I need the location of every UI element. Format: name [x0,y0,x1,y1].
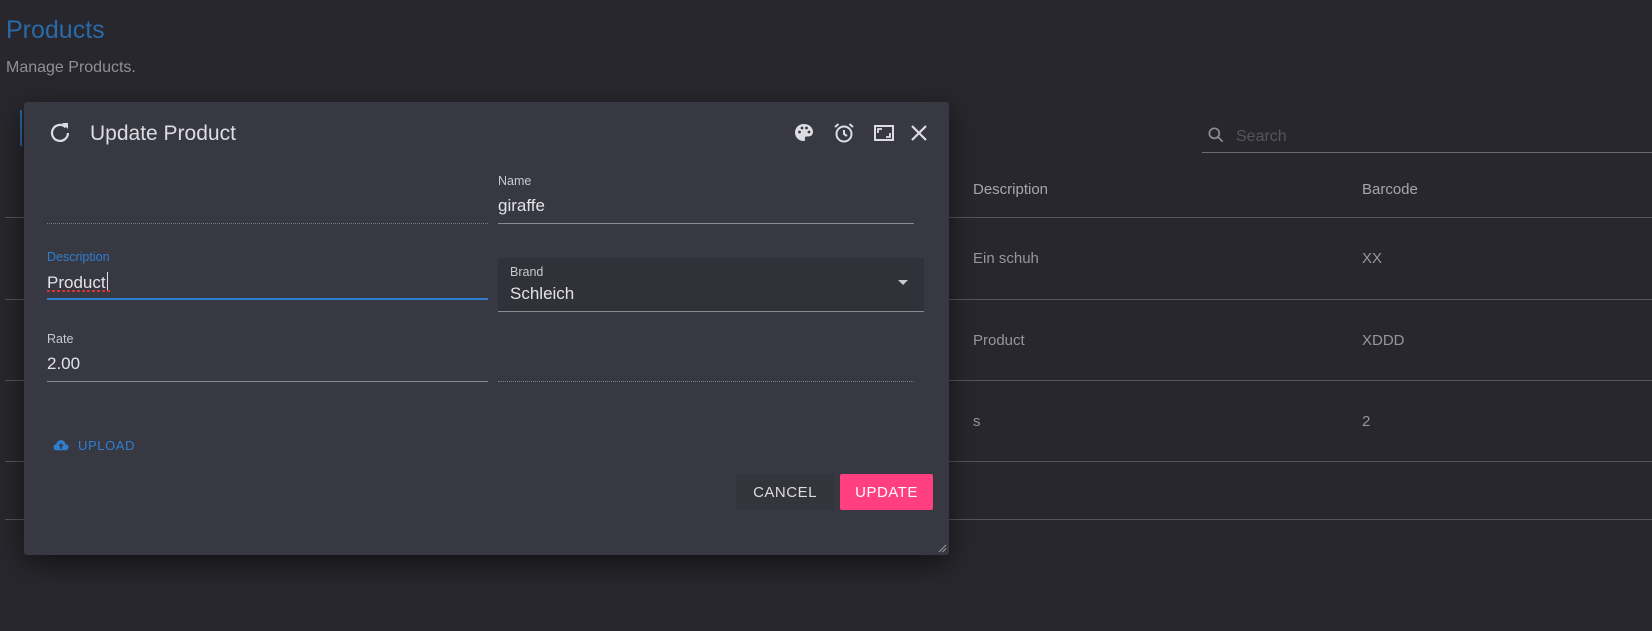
name-value: giraffe [498,196,545,215]
table-cell-description: Ein schuh [973,250,1039,267]
search-icon [1208,127,1224,143]
add-button-edge [20,110,22,146]
spellcheck-underline [47,290,111,292]
description-field[interactable]: Description Product [47,250,488,300]
brand-value: Schleich [510,284,575,303]
column-header-description[interactable]: Description [973,181,1048,198]
rate-label: Rate [47,332,74,346]
table-cell-description: Product [973,332,1025,349]
palette-icon[interactable] [792,121,816,145]
dropdown-arrow-icon [898,280,908,285]
page-title: Products [6,16,105,44]
brand-label: Brand [510,265,544,279]
alarm-clock-icon[interactable] [832,121,856,145]
update-button[interactable]: UPDATE [840,474,933,510]
brand-select[interactable]: Brand Schleich [498,258,924,312]
refresh-icon[interactable] [48,121,72,145]
table-cell-barcode: XX [1362,250,1383,267]
page-subtitle: Manage Products. [6,59,136,76]
upload-button[interactable]: UPLOAD [52,435,135,455]
table-cell-barcode: 2 [1362,413,1371,430]
rate-field[interactable]: Rate 2.00 [47,332,488,382]
table-cell-barcode: XDDD [1362,332,1405,349]
name-label: Name [498,174,532,188]
description-label: Description [47,250,110,264]
table-cell-description: s [973,413,981,430]
search-input[interactable] [1234,124,1638,150]
resize-handle-icon[interactable] [937,543,947,553]
cancel-button[interactable]: CANCEL [736,474,834,510]
rate-value: 2.00 [47,354,81,373]
text-caret [106,272,108,291]
column-header-barcode[interactable]: Barcode [1362,181,1418,198]
close-icon[interactable] [907,121,931,145]
disabled-field [498,332,914,382]
fullscreen-icon[interactable] [872,121,896,145]
upload-label: UPLOAD [78,437,136,453]
disabled-field [47,174,488,224]
update-product-dialog: Update Product Name giraffe Description … [24,102,949,555]
dialog-title: Update Product [90,122,236,145]
cloud-upload-icon [53,440,69,451]
search-field[interactable] [1202,122,1652,153]
name-field[interactable]: Name giraffe [498,174,914,224]
